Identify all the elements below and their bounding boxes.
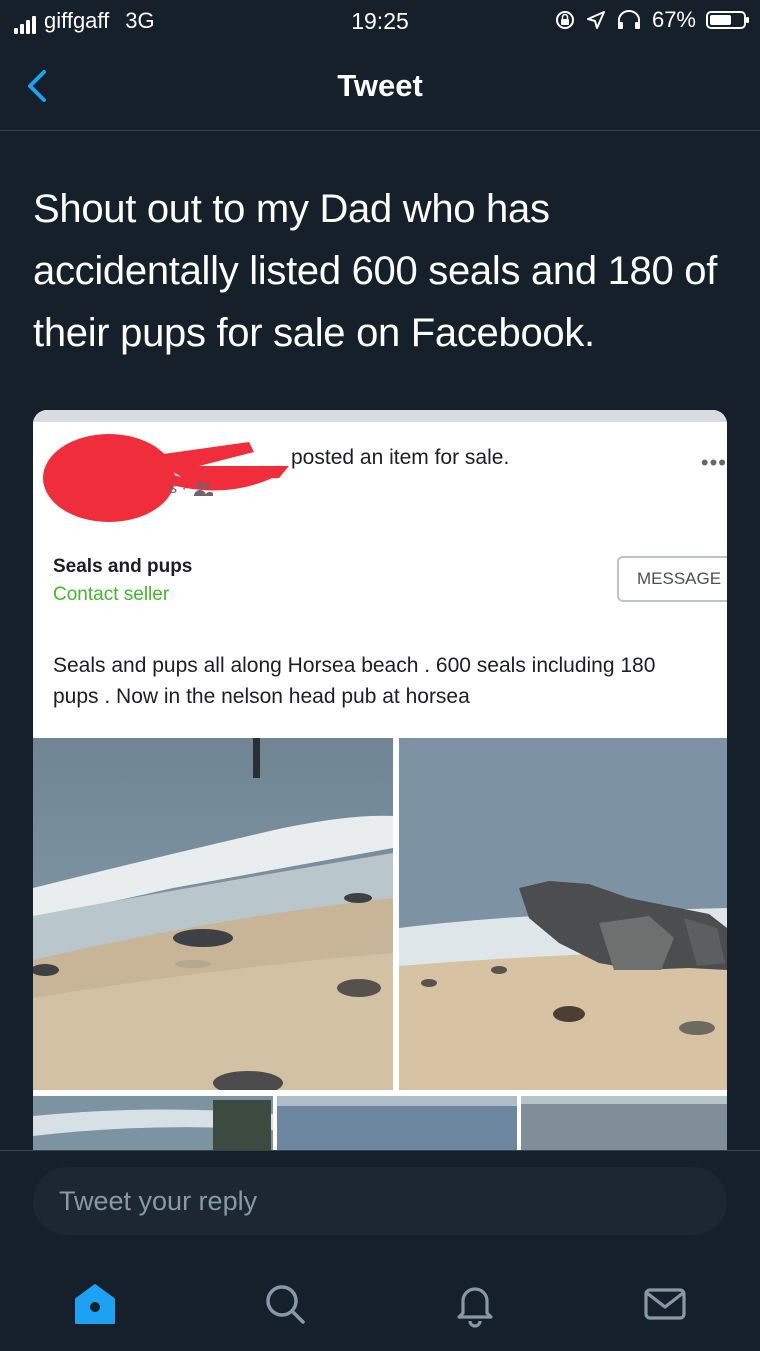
beach-photo-5 xyxy=(521,1096,727,1150)
search-icon[interactable] xyxy=(260,1279,310,1329)
beach-photo-4 xyxy=(277,1096,517,1150)
home-icon[interactable] xyxy=(70,1279,120,1329)
reply-placeholder: Tweet your reply xyxy=(59,1186,258,1216)
page-title: Tweet xyxy=(337,68,423,103)
post-meta: s · xyxy=(169,480,213,498)
beach-photo-2 xyxy=(399,738,727,1090)
navigation-bar: Tweet xyxy=(0,44,760,131)
beach-photo-3 xyxy=(33,1096,273,1150)
listing-description: Seals and pups all along Horsea beach . … xyxy=(53,654,656,708)
status-bar-right: 67% xyxy=(554,7,749,33)
tweet-media-image[interactable]: posted an item for sale. ••• s · Seals a… xyxy=(33,410,727,1150)
headphones-icon xyxy=(617,10,640,29)
bottom-bar: Tweet your reply xyxy=(0,1150,760,1351)
tab-bar xyxy=(0,1269,760,1335)
tweet-text: Shout out to my Dad who has accidentally… xyxy=(33,187,718,355)
location-icon xyxy=(586,11,605,29)
notifications-icon[interactable] xyxy=(450,1279,500,1329)
friends-icon xyxy=(193,482,213,496)
reply-input[interactable]: Tweet your reply xyxy=(33,1167,727,1235)
redaction-scribble xyxy=(43,434,289,522)
battery-icon xyxy=(706,11,749,29)
battery-percent: 67% xyxy=(651,7,696,32)
card-top-strip xyxy=(33,410,727,422)
message-button[interactable]: MESSAGE xyxy=(617,556,727,602)
post-meta-text: s · xyxy=(169,480,187,497)
messages-icon[interactable] xyxy=(640,1279,690,1329)
beach-photo-1 xyxy=(33,738,393,1090)
more-dots-icon[interactable]: ••• xyxy=(701,450,727,476)
contact-seller-link[interactable]: Contact seller xyxy=(53,584,169,606)
status-bar: giffgaff 3G 19:25 67% xyxy=(0,0,760,44)
rotation-lock-icon xyxy=(555,11,574,29)
post-action-text: posted an item for sale. xyxy=(291,446,510,469)
listing-title: Seals and pups xyxy=(53,556,193,577)
